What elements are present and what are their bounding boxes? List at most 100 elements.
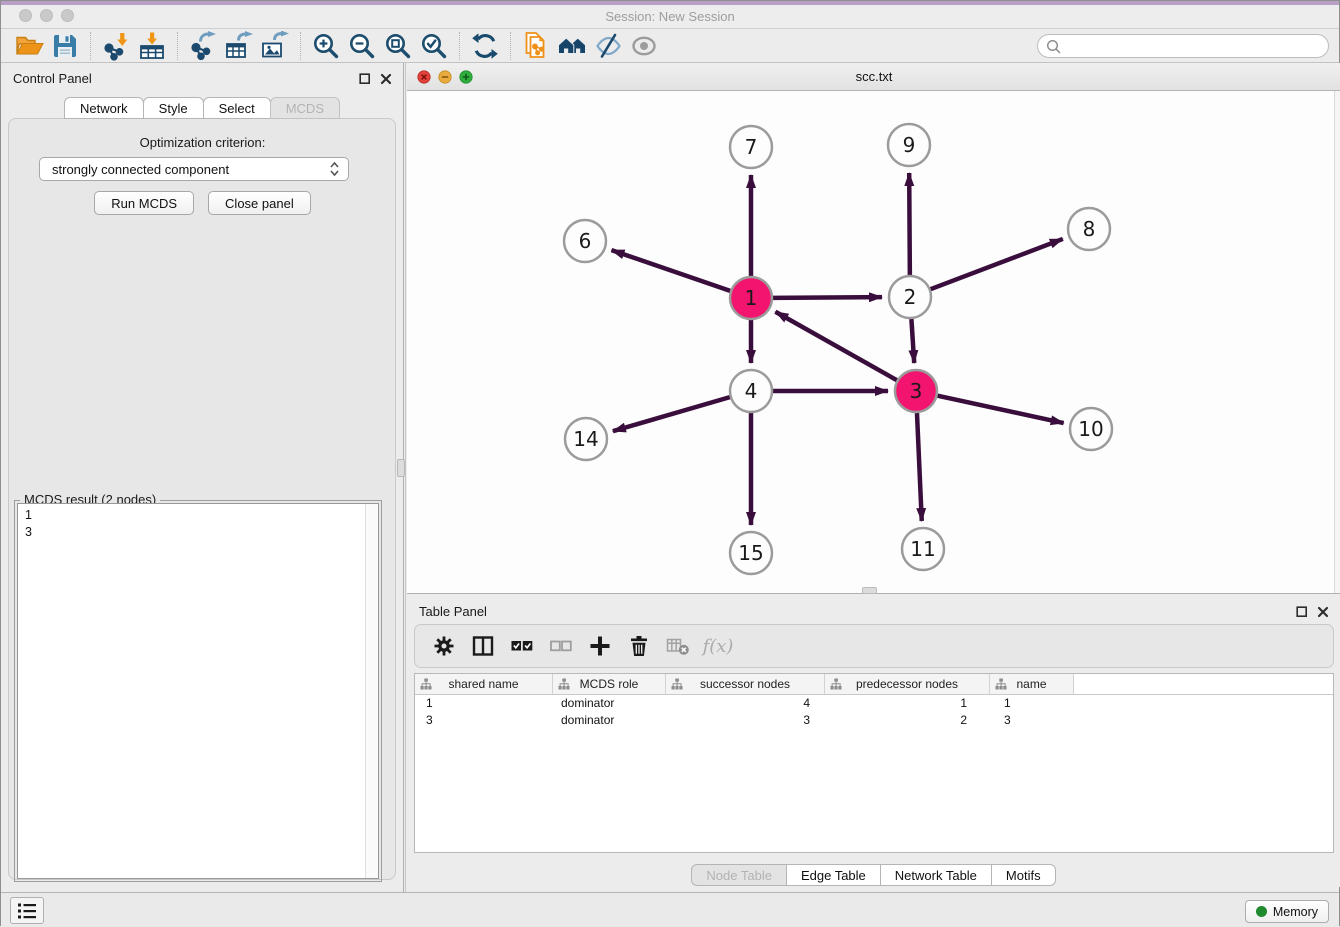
horizontal-splitter-grip[interactable]: [862, 587, 877, 594]
hide-panels-icon[interactable]: [590, 30, 626, 62]
graph-edge-2-9[interactable]: [909, 173, 910, 275]
tab-motifs[interactable]: Motifs: [991, 864, 1056, 886]
graph-node-1[interactable]: 1: [730, 277, 772, 319]
zoom-selected-icon[interactable]: [416, 30, 452, 62]
column-label: name: [1016, 677, 1046, 691]
column-header-shared-name[interactable]: shared name: [415, 674, 553, 694]
application-window: Session: New Session: [0, 0, 1340, 926]
import-network-icon[interactable]: [98, 30, 134, 62]
network-window-titlebar[interactable]: scc.txt: [407, 63, 1340, 91]
cell-name[interactable]: 3: [990, 712, 1074, 729]
memory-button[interactable]: Memory: [1245, 900, 1329, 923]
cell-name[interactable]: 1: [990, 695, 1074, 712]
graph-edge-1-6[interactable]: [611, 250, 730, 291]
graph-edge-1-2[interactable]: [773, 297, 882, 298]
search-input[interactable]: [1037, 34, 1329, 58]
table-row[interactable]: 3dominator323: [415, 712, 1333, 729]
export-network-icon[interactable]: [185, 30, 221, 62]
graph-edge-3-1[interactable]: [775, 312, 896, 380]
open-folder-icon[interactable]: [11, 30, 47, 62]
cell-mcds-role[interactable]: dominator: [553, 712, 666, 729]
cell-successor-nodes[interactable]: 4: [666, 695, 825, 712]
column-header-mcds-role[interactable]: MCDS role: [553, 674, 666, 694]
table-panel: Table Panel: [407, 596, 1340, 887]
cell-predecessor-nodes[interactable]: 1: [825, 695, 990, 712]
memory-label: Memory: [1273, 905, 1318, 919]
cell-shared-name[interactable]: 1: [415, 695, 553, 712]
zoom-fit-icon[interactable]: [380, 30, 416, 62]
save-icon[interactable]: [47, 30, 83, 62]
tab-select[interactable]: Select: [203, 97, 271, 119]
column-header-name[interactable]: name: [990, 674, 1074, 694]
graph-node-7[interactable]: 7: [730, 126, 772, 168]
vertical-splitter[interactable]: [403, 63, 406, 892]
tab-style[interactable]: Style: [143, 97, 204, 119]
graph-edge-3-11[interactable]: [917, 413, 922, 521]
column-group-icon: [558, 678, 570, 690]
graph-node-11[interactable]: 11: [902, 528, 944, 570]
zoom-in-icon[interactable]: [308, 30, 344, 62]
network-window-title: scc.txt: [407, 63, 1340, 91]
add-row-icon[interactable]: [587, 633, 613, 659]
graph-node-15[interactable]: 15: [730, 532, 772, 574]
select-all-checkboxes-icon[interactable]: [509, 633, 535, 659]
column-group-icon: [420, 678, 432, 690]
run-mcds-button[interactable]: Run MCDS: [94, 191, 194, 215]
app-title: Session: New Session: [1, 5, 1339, 28]
graph-node-10[interactable]: 10: [1070, 408, 1112, 450]
export-image-icon[interactable]: [257, 30, 293, 62]
float-table-panel-icon[interactable]: [1296, 606, 1308, 618]
cell-predecessor-nodes[interactable]: 2: [825, 712, 990, 729]
graph-node-2[interactable]: 2: [889, 276, 931, 318]
criterion-select[interactable]: strongly connected component: [39, 157, 349, 181]
network-graph: 7 9 6 8 1 2 4 3 14 10 15 11: [407, 91, 1334, 593]
network-canvas[interactable]: 7 9 6 8 1 2 4 3 14 10 15 11: [407, 91, 1334, 593]
svg-text:8: 8: [1083, 217, 1096, 241]
fx-label: f(x): [703, 636, 734, 657]
import-table-icon[interactable]: [134, 30, 170, 62]
table-panel-title: Table Panel: [419, 604, 487, 619]
cell-mcds-role[interactable]: dominator: [553, 695, 666, 712]
table-settings-icon[interactable]: [431, 633, 457, 659]
graph-node-8[interactable]: 8: [1068, 208, 1110, 250]
mcds-result-scrollbar[interactable]: [365, 504, 378, 878]
tab-mcds[interactable]: MCDS: [270, 97, 340, 119]
column-header-predecessor-nodes[interactable]: predecessor nodes: [825, 674, 990, 694]
cell-shared-name[interactable]: 3: [415, 712, 553, 729]
split-columns-icon[interactable]: [470, 633, 496, 659]
svg-text:6: 6: [579, 229, 592, 253]
graph-edge-4-14[interactable]: [613, 397, 730, 431]
svg-text:1: 1: [745, 286, 758, 310]
zoom-out-icon[interactable]: [344, 30, 380, 62]
graph-node-3[interactable]: 3: [895, 370, 937, 412]
graph-node-4[interactable]: 4: [730, 370, 772, 412]
graph-edge-2-3[interactable]: [911, 319, 914, 363]
network-vertical-scrollbar[interactable]: [1334, 91, 1340, 593]
float-panel-icon[interactable]: [359, 73, 371, 85]
table-row[interactable]: 1dominator411: [415, 695, 1333, 712]
graph-edge-2-8[interactable]: [931, 239, 1063, 289]
close-table-panel-icon[interactable]: [1317, 606, 1329, 618]
tab-network-table[interactable]: Network Table: [880, 864, 992, 886]
column-header-successor-nodes[interactable]: successor nodes: [666, 674, 825, 694]
cell-successor-nodes[interactable]: 3: [666, 712, 825, 729]
home-icon[interactable]: [554, 30, 590, 62]
tab-node-table[interactable]: Node Table: [691, 864, 787, 886]
status-menu-button[interactable]: [10, 897, 44, 924]
svg-text:7: 7: [745, 135, 758, 159]
close-panel-button[interactable]: Close panel: [208, 191, 311, 215]
graph-node-9[interactable]: 9: [888, 124, 930, 166]
refresh-icon[interactable]: [467, 30, 503, 62]
memory-status-icon: [1256, 906, 1267, 917]
column-group-icon: [671, 678, 683, 690]
vertical-splitter-grip[interactable]: [397, 459, 405, 477]
export-table-icon[interactable]: [221, 30, 257, 62]
close-panel-icon[interactable]: [380, 73, 392, 85]
graph-node-6[interactable]: 6: [564, 220, 606, 262]
tab-network[interactable]: Network: [64, 97, 144, 119]
new-network-from-file-icon[interactable]: [518, 30, 554, 62]
delete-icon[interactable]: [626, 633, 652, 659]
graph-node-14[interactable]: 14: [565, 418, 607, 460]
graph-edge-3-10[interactable]: [937, 396, 1063, 423]
tab-edge-table[interactable]: Edge Table: [786, 864, 881, 886]
